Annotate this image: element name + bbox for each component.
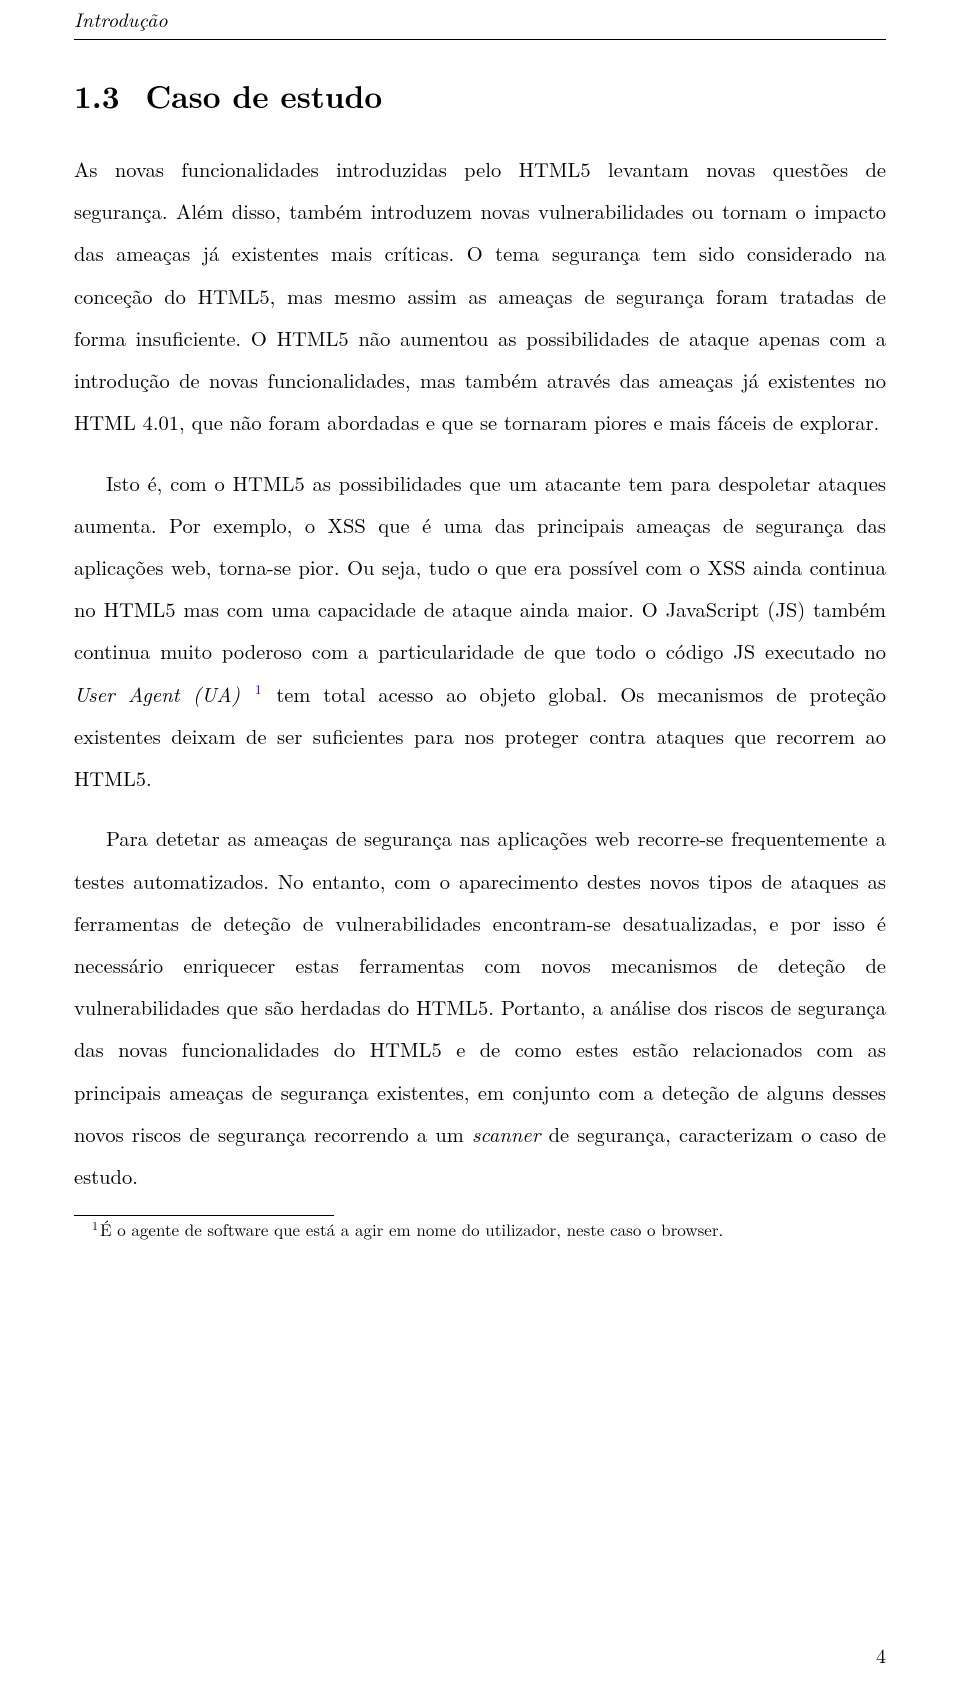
body-text: As novas funcionalidades introduzidas pe… <box>74 148 886 1242</box>
footnote-ref-1[interactable]: 1 <box>255 679 262 698</box>
section-title: Caso de estudo <box>146 74 383 118</box>
footnote-text: É o agente de software que está a agir e… <box>100 1217 723 1241</box>
section-heading: 1.3 Caso de estudo <box>74 74 886 118</box>
paragraph-3-text-a: Para detetar as ameaças de segurança nas… <box>74 823 886 1148</box>
running-header: Introdução <box>74 0 886 40</box>
scanner-term: scanner <box>472 1119 540 1148</box>
section-number: 1.3 <box>74 74 120 118</box>
footnote-number: 1 <box>92 1217 98 1234</box>
footnote-1: 1É o agente de software que está a agir … <box>74 1218 886 1242</box>
paragraph-3: Para detetar as ameaças de segurança nas… <box>74 817 886 1197</box>
paragraph-1-text: As novas funcionalidades introduzidas pe… <box>74 154 886 436</box>
user-agent-term: User Agent (UA) <box>74 679 240 708</box>
paragraph-1: As novas funcionalidades introduzidas pe… <box>74 148 886 444</box>
paragraph-2-text-a: Isto é, com o HTML5 as possibilidades qu… <box>74 468 886 666</box>
page-number: 4 <box>876 1640 886 1669</box>
page: Introdução 1.3 Caso de estudo As novas fu… <box>0 0 960 1687</box>
paragraph-2: Isto é, com o HTML5 as possibilidades qu… <box>74 462 886 800</box>
